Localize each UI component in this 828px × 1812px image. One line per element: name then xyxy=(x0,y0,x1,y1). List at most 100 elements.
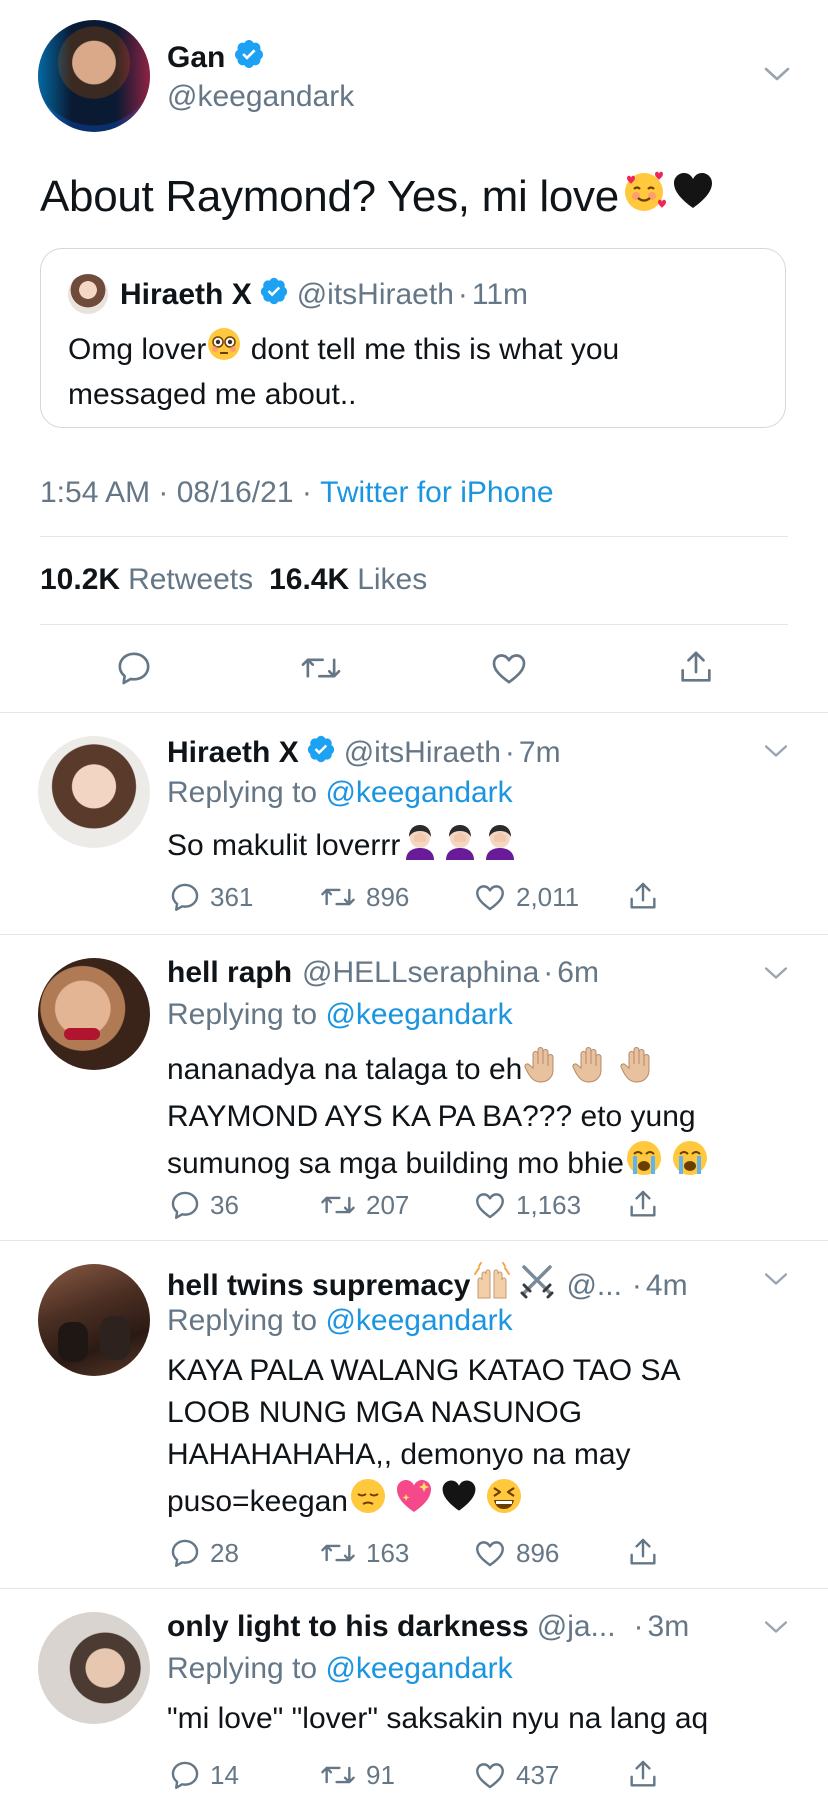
dot-separator: · xyxy=(504,736,515,769)
tweet-text: KAYA PALA WALANG KATAO TAO SA LOOB NUNG … xyxy=(167,1350,681,1528)
display-name[interactable]: Gan xyxy=(167,41,225,75)
tweet-line: So makulit loverrr xyxy=(167,829,401,862)
reply-count: 28 xyxy=(210,1537,239,1568)
chevron-down-icon[interactable] xyxy=(762,1270,790,1293)
dot-separator: · xyxy=(457,278,468,311)
avatar[interactable] xyxy=(38,1264,150,1376)
retweet-icon[interactable] xyxy=(298,648,344,693)
dot-separator: · xyxy=(631,1269,642,1302)
replying-to-prefix: Replying to xyxy=(167,1652,326,1685)
tweet-time: 3m xyxy=(647,1610,690,1643)
quoted-text-part: messaged me about.. xyxy=(68,378,357,411)
retweet-count: 91 xyxy=(366,1759,395,1790)
tweet-line: sumunog sa mga building mo bhie xyxy=(167,1147,624,1180)
divider xyxy=(0,1588,828,1589)
handle[interactable]: @itsHiraeth xyxy=(344,736,501,770)
like-action[interactable]: 896 xyxy=(472,1536,559,1570)
tweet-text: "mi love" "lover" saksakin nyu na lang a… xyxy=(167,1698,708,1740)
replying-to-prefix: Replying to xyxy=(167,1304,326,1337)
like-count: 1,163 xyxy=(516,1189,582,1220)
retweet-count: 207 xyxy=(366,1189,410,1220)
pensive-face-icon xyxy=(348,1476,388,1528)
quoted-avatar xyxy=(68,274,108,314)
display-name[interactable]: hell raph xyxy=(167,956,292,990)
handle[interactable]: @... xyxy=(566,1269,621,1303)
display-name[interactable]: Hiraeth X xyxy=(167,736,299,770)
retweets-label[interactable]: Retweets xyxy=(128,563,253,597)
tweet-line: puso=keegan xyxy=(167,1485,348,1518)
retweet-icon xyxy=(321,888,355,906)
handle[interactable]: @ja... xyxy=(537,1610,616,1644)
raised-hand-icon xyxy=(570,1044,610,1096)
reply-action[interactable]: 28 xyxy=(168,1536,239,1570)
replying-to-link[interactable]: @keegandark xyxy=(325,998,512,1032)
reply-icon xyxy=(171,883,199,911)
divider xyxy=(0,934,828,935)
timestamp: 1:54 AM · 08/16/21 · xyxy=(40,476,321,509)
flushed-face-icon xyxy=(206,326,242,374)
like-icon xyxy=(476,1193,504,1219)
retweet-action[interactable]: 163 xyxy=(318,1536,409,1570)
reply-action[interactable]: 361 xyxy=(168,880,253,914)
quoted-display-name: Hiraeth X xyxy=(120,278,252,311)
like-icon xyxy=(476,885,504,911)
like-action[interactable]: 437 xyxy=(472,1758,559,1792)
reply-count: 14 xyxy=(210,1759,239,1790)
likes-count[interactable]: 16.4K xyxy=(269,563,349,597)
display-name[interactable]: hell twins supremacy xyxy=(167,1269,470,1303)
retweets-count[interactable]: 10.2K xyxy=(40,563,120,597)
share-icon[interactable] xyxy=(626,1186,660,1227)
likes-label[interactable]: Likes xyxy=(357,563,427,597)
retweet-action[interactable]: 896 xyxy=(318,880,409,914)
reply-icon xyxy=(171,1761,199,1789)
retweet-action[interactable]: 91 xyxy=(318,1758,395,1792)
display-name[interactable]: only light to his darkness xyxy=(167,1610,529,1644)
reply-count: 361 xyxy=(210,881,254,912)
quoted-text-part: dont tell me this is what you xyxy=(242,333,620,366)
retweet-action[interactable]: 207 xyxy=(318,1188,409,1222)
retweet-count: 896 xyxy=(366,881,410,912)
like-count: 2,011 xyxy=(516,881,580,912)
chevron-down-icon[interactable] xyxy=(762,742,790,765)
share-icon[interactable] xyxy=(626,878,660,919)
avatar[interactable] xyxy=(38,20,150,132)
divider xyxy=(0,712,828,713)
like-action[interactable]: 1,163 xyxy=(472,1188,581,1222)
crying-face-icon xyxy=(624,1138,664,1190)
quoted-handle: @itsHiraeth xyxy=(296,278,454,311)
tweet-line: KAYA PALA WALANG KATAO TAO SA xyxy=(167,1354,681,1387)
replying-to-link[interactable]: @keegandark xyxy=(325,776,512,810)
tweet-time: 6m xyxy=(557,956,599,989)
raised-hand-icon xyxy=(522,1044,562,1096)
tweet-text: nananadya na talaga to eh RAYMOND AYS KA… xyxy=(167,1044,710,1190)
quoted-text-part: Omg lover xyxy=(68,333,207,366)
handle[interactable]: @keegandark xyxy=(167,80,354,114)
like-icon[interactable] xyxy=(488,648,530,693)
chevron-down-icon[interactable] xyxy=(762,1618,790,1641)
verified-badge-icon xyxy=(306,734,336,772)
avatar[interactable] xyxy=(38,736,150,848)
tweet-time: 4m xyxy=(645,1269,688,1302)
like-icon xyxy=(476,1763,504,1789)
reply-icon[interactable] xyxy=(114,648,154,693)
handle[interactable]: @HELLseraphina xyxy=(302,956,539,990)
share-icon[interactable] xyxy=(626,1756,660,1797)
like-action[interactable]: 2,011 xyxy=(472,880,579,914)
share-icon[interactable] xyxy=(676,646,716,693)
share-icon[interactable] xyxy=(626,1534,660,1575)
reply-count: 36 xyxy=(210,1189,239,1220)
avatar[interactable] xyxy=(38,1612,150,1724)
reply-action[interactable]: 36 xyxy=(168,1188,239,1222)
chevron-down-icon[interactable] xyxy=(762,964,790,987)
grinning-squinting-face-icon xyxy=(484,1476,524,1528)
chevron-down-icon[interactable] xyxy=(762,64,792,89)
reply-action[interactable]: 14 xyxy=(168,1758,239,1792)
replying-to-link[interactable]: @keegandark xyxy=(325,1304,512,1338)
sparkling-heart-icon xyxy=(394,1476,434,1528)
quoted-text: Omg lover dont tell me this is what you … xyxy=(68,326,619,416)
tweet-line: nananadya na talaga to eh xyxy=(167,1053,523,1086)
source-link[interactable]: Twitter for iPhone xyxy=(320,476,553,510)
divider xyxy=(40,536,788,537)
avatar[interactable] xyxy=(38,958,150,1070)
replying-to-link[interactable]: @keegandark xyxy=(325,1652,512,1686)
